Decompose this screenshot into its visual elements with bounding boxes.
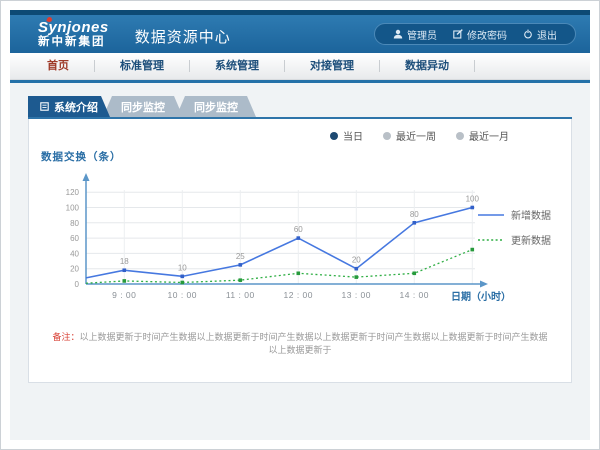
y-tick-label: 100: [66, 204, 80, 213]
legend-item-updated-data[interactable]: 更新数据: [478, 232, 551, 247]
tab-sync-monitor-2[interactable]: 同步监控: [176, 96, 256, 117]
data-point: [122, 279, 126, 283]
user-icon: [393, 29, 403, 39]
data-point: [180, 275, 184, 279]
data-point: [296, 271, 300, 275]
x-tick-label: 14 : 00: [400, 290, 430, 300]
power-icon: [523, 29, 533, 39]
legend-item-new-data[interactable]: 新增数据: [478, 207, 551, 222]
data-point-label: 20: [352, 256, 361, 265]
tab-system-intro[interactable]: 系统介绍: [28, 96, 110, 117]
chart-legend: 新增数据 更新数据: [478, 207, 551, 247]
company-logo: Synjones 新中新集团: [38, 20, 109, 49]
data-point: [180, 281, 184, 285]
logout-button[interactable]: 退出: [515, 27, 565, 42]
footnote-prefix: 备注：: [52, 332, 79, 342]
filter-today[interactable]: 当日: [330, 128, 363, 143]
document-icon: [40, 102, 49, 111]
data-point: [354, 267, 358, 271]
legend-label: 更新数据: [511, 232, 551, 247]
data-point-label: 18: [120, 257, 129, 266]
user-toolbar: 管理员 修改密码 退出: [374, 23, 576, 45]
header: Synjones 新中新集团 数据资源中心 管理员 修改密码 退出: [10, 15, 590, 53]
tab-label: 同步监控: [194, 99, 238, 115]
y-axis-title: 数据交换（条）: [41, 149, 571, 164]
edit-icon: [453, 29, 463, 39]
main-nav: 首页 标准管理 系统管理 对接管理 数据异动: [10, 53, 590, 80]
legend-label: 新增数据: [511, 207, 551, 222]
x-axis-title: 日期（小时）: [451, 290, 511, 303]
tab-bar: 系统介绍 同步监控 同步监控: [28, 96, 590, 117]
x-axis-arrow-icon: [480, 281, 488, 288]
data-point: [412, 221, 416, 225]
nav-item-standard-mgmt[interactable]: 标准管理: [95, 60, 190, 72]
radio-dot-icon: [330, 132, 338, 140]
data-point-label: 25: [236, 252, 245, 261]
y-tick-label: 40: [70, 249, 79, 258]
data-point: [122, 268, 126, 272]
radio-dot-icon: [383, 132, 391, 140]
footnote: 备注：以上数据更新于时间产生数据以上数据更新于时间产生数据以上数据更新于时间产生…: [29, 330, 571, 356]
user-name-label: 管理员: [407, 27, 437, 42]
nav-item-interface-mgmt[interactable]: 对接管理: [285, 60, 380, 72]
x-tick-label: 10 : 00: [168, 290, 198, 300]
y-tick-label: 0: [75, 280, 80, 289]
radio-dot-icon: [456, 132, 464, 140]
nav-item-data-change[interactable]: 数据异动: [380, 60, 475, 72]
app-window: Synjones 新中新集团 数据资源中心 管理员 修改密码 退出 首页 标准管…: [0, 0, 600, 450]
filter-last-week[interactable]: 最近一周: [383, 128, 436, 143]
y-axis-arrow-icon: [83, 173, 90, 181]
filter-label: 最近一周: [396, 128, 436, 143]
data-point: [412, 271, 416, 275]
data-point: [470, 248, 474, 252]
data-point-label: 100: [466, 195, 480, 204]
filter-last-month[interactable]: 最近一月: [456, 128, 509, 143]
logo-text-cn: 新中新集团: [38, 37, 109, 49]
logout-label: 退出: [537, 27, 557, 42]
data-point-label: 60: [294, 225, 303, 234]
data-point-label: 10: [178, 263, 187, 272]
filter-label: 当日: [343, 128, 363, 143]
tab-label: 系统介绍: [54, 99, 98, 115]
current-user[interactable]: 管理员: [385, 27, 445, 42]
data-point: [354, 275, 358, 279]
x-tick-label: 9 : 00: [112, 290, 136, 300]
x-tick-label: 13 : 00: [342, 290, 372, 300]
x-tick-label: 11 : 00: [226, 290, 255, 300]
range-filter-group: 当日 最近一周 最近一月: [29, 119, 571, 143]
data-point: [238, 278, 242, 282]
footnote-text: 以上数据更新于时间产生数据以上数据更新于时间产生数据以上数据更新于时间产生数据以…: [80, 332, 548, 355]
content-area: 系统介绍 同步监控 同步监控 当日 最近一周: [10, 83, 590, 440]
filter-label: 最近一月: [469, 128, 509, 143]
dotted-line-swatch-icon: [478, 236, 504, 244]
nav-item-home[interactable]: 首页: [22, 60, 95, 72]
data-point: [296, 236, 300, 240]
tab-label: 同步监控: [121, 99, 165, 115]
nav-item-system-mgmt[interactable]: 系统管理: [190, 60, 285, 72]
data-point-label: 80: [410, 210, 419, 219]
x-tick-label: 12 : 00: [284, 290, 314, 300]
change-password-label: 修改密码: [467, 27, 507, 42]
chart-panel: 当日 最近一周 最近一月 数据交换（条） 0 20 40 60 80 100 120 9 : …: [28, 119, 572, 383]
y-tick-label: 120: [66, 188, 80, 197]
data-point: [238, 263, 242, 267]
y-tick-label: 20: [70, 265, 79, 274]
data-point: [470, 206, 474, 210]
y-tick-label: 80: [70, 219, 79, 228]
change-password-button[interactable]: 修改密码: [445, 27, 515, 42]
tab-sync-monitor-1[interactable]: 同步监控: [103, 96, 183, 117]
solid-line-swatch-icon: [478, 211, 504, 219]
page-title: 数据资源中心: [135, 26, 231, 47]
y-tick-label: 60: [70, 234, 79, 243]
